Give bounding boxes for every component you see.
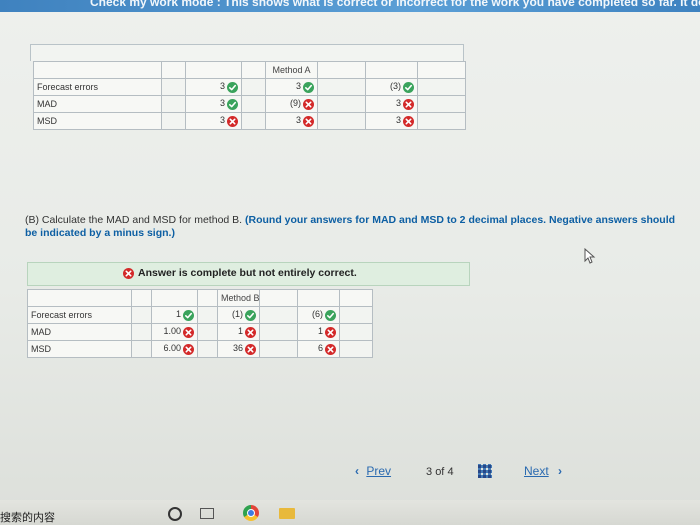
incorrect-cross-icon [303, 98, 314, 110]
table-row: MSD 3 3 3 [33, 112, 466, 130]
taskbar-search-field[interactable]: 搜索的内容 [0, 509, 55, 525]
incorrect-cross-icon [183, 343, 194, 355]
grid-view-icon[interactable] [478, 464, 492, 478]
answer-value: 3 [295, 115, 301, 126]
row-label: MAD [33, 95, 162, 113]
incorrect-cross-icon [303, 115, 314, 127]
method-b-table: Method B Forecast errors 1 (1) (6) MAD 1.00 1 1… [27, 289, 373, 358]
answer-value: 3 [395, 98, 401, 109]
chrome-icon[interactable] [243, 505, 259, 521]
method-a-table: Method A Forecast errors 3 3 (3) MAD 3 (9) 3 MSD… [33, 61, 466, 130]
answer-value: 6.00 [163, 343, 181, 354]
incorrect-cross-icon [245, 326, 256, 338]
answer-cell[interactable]: 3 [185, 95, 242, 113]
chevron-left-icon: ‹ [355, 464, 359, 478]
prev-button[interactable]: ‹ Prev [355, 464, 391, 478]
answer-value: 1 [237, 326, 243, 337]
correct-check-icon [183, 309, 194, 321]
correct-check-icon [325, 309, 336, 321]
answer-value: 6 [317, 343, 323, 354]
chevron-right-icon: › [558, 464, 563, 478]
answer-value: 3 [295, 81, 301, 92]
answer-cell[interactable]: 3 [265, 78, 318, 96]
correct-check-icon [245, 309, 256, 321]
answer-cell[interactable]: 3 [265, 112, 318, 130]
check-my-work-banner: Check my work mode : This shows what is … [0, 0, 700, 12]
answer-value: 3 [219, 81, 225, 92]
method-a-header: Method A [265, 61, 318, 79]
answer-cell[interactable]: (6) [297, 306, 340, 324]
incorrect-cross-icon [325, 343, 336, 355]
cortana-icon[interactable] [168, 507, 182, 521]
correct-check-icon [303, 81, 314, 93]
answer-cell[interactable]: 1 [217, 323, 260, 341]
file-explorer-icon[interactable] [279, 508, 295, 519]
answer-cell[interactable]: 1 [151, 306, 198, 324]
answer-cell[interactable]: 3 [365, 112, 418, 130]
page-total: 4 [447, 466, 454, 478]
table-row: MAD 3 (9) 3 [33, 95, 466, 113]
page-current: 3 [426, 466, 433, 478]
answer-cell[interactable]: (1) [217, 306, 260, 324]
incorrect-cross-icon [403, 98, 414, 110]
answer-cell[interactable]: (3) [365, 78, 418, 96]
taskbar: 搜索的内容 [0, 500, 700, 525]
incorrect-cross-icon [245, 343, 256, 355]
incorrect-cross-icon [325, 326, 336, 338]
answer-cell[interactable]: 6 [297, 340, 340, 358]
answer-value: (1) [232, 309, 243, 320]
answer-cell[interactable]: (9) [265, 95, 318, 113]
answer-cell[interactable]: 3 [185, 112, 242, 130]
next-label: Next [524, 464, 549, 478]
answer-cell[interactable]: 3 [185, 78, 242, 96]
banner-text: Check my work mode : This shows what is … [90, 0, 700, 9]
incorrect-cross-icon [227, 115, 238, 127]
answer-value: 36 [232, 343, 243, 354]
row-label: MSD [27, 340, 132, 358]
table-row: Forecast errors 1 (1) (6) [27, 306, 373, 324]
incorrect-cross-icon [403, 115, 414, 127]
answer-value: 1.00 [163, 326, 181, 337]
correct-check-icon [403, 81, 414, 93]
table-row: Forecast errors 3 3 (3) [33, 78, 466, 96]
answer-cell[interactable]: 6.00 [151, 340, 198, 358]
page-indicator: 3 of 4 [426, 466, 454, 478]
incorrect-cross-icon [183, 326, 194, 338]
row-label: MAD [27, 323, 132, 341]
answer-value: (6) [312, 309, 323, 320]
question-b: (B) Calculate the MAD and MSD for method… [25, 214, 685, 240]
page-of: of [435, 466, 445, 478]
answer-value: (3) [390, 81, 401, 92]
answer-value: 3 [219, 115, 225, 126]
status-cross-icon [123, 267, 134, 279]
method-b-header-row: Method B [27, 289, 373, 307]
answer-value: 3 [395, 115, 401, 126]
table-row: MAD 1.00 1 1 [27, 323, 373, 341]
answer-cell[interactable]: 1.00 [151, 323, 198, 341]
next-button[interactable]: Next › [524, 464, 562, 478]
answer-value: 1 [175, 309, 181, 320]
answer-value: 1 [317, 326, 323, 337]
answer-cell[interactable]: 3 [365, 95, 418, 113]
answer-value: (9) [290, 98, 301, 109]
row-label: MSD [33, 112, 162, 130]
task-view-icon[interactable] [200, 508, 214, 519]
answer-status-banner: Answer is complete but not entirely corr… [27, 262, 470, 286]
method-b-header: Method B [217, 289, 260, 307]
row-label: Forecast errors [33, 78, 162, 96]
correct-check-icon [227, 98, 238, 110]
mouse-cursor-icon [584, 248, 596, 264]
row-label: Forecast errors [27, 306, 132, 324]
method-a-panel-header [30, 44, 464, 61]
method-a-header-row: Method A [33, 61, 466, 79]
answer-cell[interactable]: 1 [297, 323, 340, 341]
answer-value: 3 [219, 98, 225, 109]
prev-label: Prev [366, 464, 392, 478]
question-b-text: (B) Calculate the MAD and MSD for method… [25, 214, 243, 226]
answer-status-text: Answer is complete but not entirely corr… [138, 267, 357, 279]
answer-cell[interactable]: 36 [217, 340, 260, 358]
table-row: MSD 6.00 36 6 [27, 340, 373, 358]
correct-check-icon [227, 81, 238, 93]
